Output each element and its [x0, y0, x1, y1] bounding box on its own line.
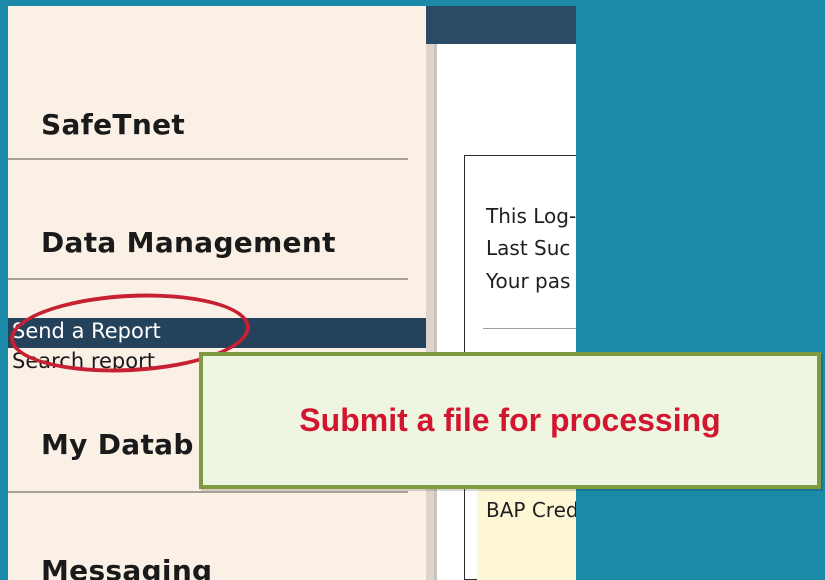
header-bar	[426, 6, 576, 44]
panel-line-bap-credentials: BAP Cred	[486, 498, 576, 522]
sidebar: SafeTnet Data Management Send a Report S…	[8, 6, 426, 580]
section-safetnet[interactable]: SafeTnet	[41, 108, 185, 141]
callout-text: Submit a file for processing	[299, 402, 721, 438]
divider	[8, 278, 408, 280]
screenshot-frame: SafeTnet Data Management Send a Report S…	[8, 6, 576, 580]
panel-line-login: This Log-	[486, 204, 576, 228]
section-my-database[interactable]: My Datab	[41, 428, 194, 461]
panel-divider	[483, 328, 576, 329]
panel-line-password: Your pas	[486, 269, 571, 293]
callout-box: Submit a file for processing	[199, 352, 821, 489]
section-messaging[interactable]: Messaging	[41, 554, 212, 580]
panel-line-last-success: Last Suc	[486, 236, 571, 260]
sidebar-edge	[426, 6, 434, 580]
section-data-management[interactable]: Data Management	[41, 226, 336, 259]
divider	[8, 158, 408, 160]
sidebar-edge-line	[434, 6, 437, 580]
divider	[8, 491, 408, 493]
